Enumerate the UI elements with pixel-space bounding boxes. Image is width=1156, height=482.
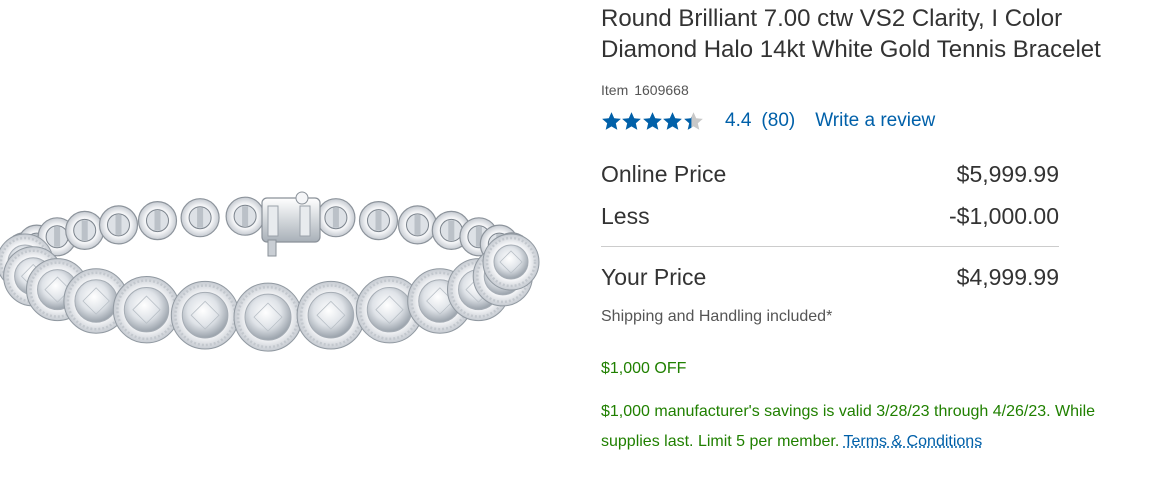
product-image[interactable]	[0, 0, 560, 482]
star-icon	[643, 111, 662, 130]
bracelet-link-front	[170, 280, 240, 350]
bracelet-link-front	[112, 276, 181, 344]
item-number-row: Item 1609668	[601, 82, 1151, 100]
discount-label: Less	[601, 202, 650, 229]
star-rating[interactable]	[601, 111, 705, 132]
product-title: Round Brilliant 7.00 ctw VS2 Clarity, I …	[601, 5, 1101, 63]
star-icon	[622, 111, 642, 130]
bracelet-clasp	[261, 191, 321, 257]
item-label: Item	[601, 82, 629, 98]
your-price-value: $4,999.99	[956, 263, 1059, 290]
shipping-note: Shipping and Handling included*	[601, 308, 833, 325]
discount-value: -$1,000.00	[949, 202, 1059, 229]
star-icon	[602, 111, 621, 130]
bracelet-link-back	[98, 205, 139, 245]
bracelet-link-front	[233, 282, 303, 352]
rating-value: 4.4	[725, 110, 752, 131]
bracelet-link-back	[65, 210, 105, 250]
star-icon	[663, 111, 683, 130]
review-count[interactable]: (80)	[761, 110, 795, 132]
rating-row: 4.4 (80) Write a review	[601, 109, 1151, 133]
product-info: Round Brilliant 7.00 ctw VS2 Clarity, I …	[601, 0, 1151, 457]
online-price-value: $5,999.99	[956, 160, 1059, 187]
promo-details: $1,000 manufacturer's savings is valid 3…	[601, 397, 1151, 457]
your-price-row: Your Price $4,999.99	[601, 256, 1059, 298]
star-icon	[683, 111, 703, 130]
your-price-label: Your Price	[601, 263, 707, 290]
item-number: 1609668	[634, 82, 689, 98]
online-price-row: Online Price $5,999.99	[601, 153, 1059, 195]
bracelet-link-back	[316, 198, 356, 238]
price-divider	[601, 246, 1059, 247]
discount-row: Less -$1,000.00	[601, 195, 1059, 237]
write-review-link[interactable]: Write a review	[815, 110, 935, 132]
promo-badge: $1,000 OFF	[601, 360, 687, 377]
bracelet-link-back	[137, 201, 178, 241]
bracelet-link-back	[358, 201, 399, 241]
price-block: Online Price $5,999.99 Less -$1,000.00 Y…	[601, 153, 1059, 298]
bracelet-link-front	[296, 280, 366, 350]
bracelet-link-back	[397, 205, 438, 245]
bracelet-image	[0, 191, 540, 352]
online-price-label: Online Price	[601, 160, 727, 187]
terms-conditions-link[interactable]: Terms & Conditions	[843, 433, 982, 450]
bracelet-link-front	[482, 233, 540, 291]
bracelet-link-back	[180, 198, 220, 238]
bracelet-link-back	[225, 196, 265, 236]
